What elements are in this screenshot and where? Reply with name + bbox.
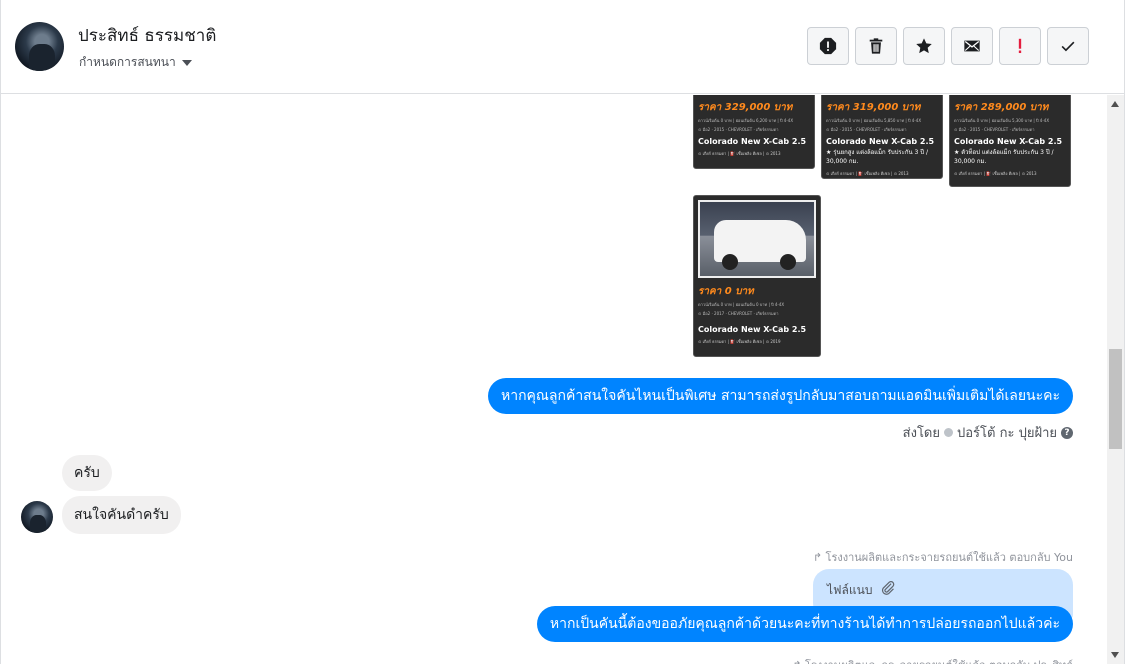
trash-icon [869, 38, 883, 54]
scroll-up-arrow-icon[interactable] [1111, 101, 1119, 107]
page-dot-icon [944, 428, 953, 437]
card-meta: ดาวน์เริ่มต้น 0 บาท | ผ่อนเริ่มต้น 5,300… [954, 118, 1050, 123]
product-card[interactable]: ราคา 319,000 บาท ดาวน์เริ่มต้น 0 บาท | ผ… [821, 95, 943, 179]
conversation-header: ประสิทธ์ ธรรมชาติ กำหนดการสนทนา [1, 0, 1124, 94]
card-model: Colorado New X-Cab 2.5 [698, 325, 807, 334]
card-model: Colorado New X-Cab 2.5 [826, 137, 935, 146]
mark-done-button[interactable] [1047, 27, 1089, 65]
replied-label: ↱ โรงงานผลิตและกระจายรถยนต์ใช้แล้ว ตอบกล… [792, 656, 1073, 664]
truck-shape [714, 220, 806, 270]
product-card[interactable]: ราคา 329,000 บาท ดาวน์เริ่มต้น 0 บาท | ผ… [693, 95, 815, 169]
card-model: Colorado New X-Cab 2.5 [954, 137, 1063, 146]
sent-by-prefix: ส่งโดย [902, 426, 940, 441]
product-card[interactable]: ราคา 0 บาท ดาวน์เริ่มต้น 0 บาท | ผ่อนเริ… [693, 195, 821, 357]
scrollbar[interactable] [1107, 95, 1124, 664]
outgoing-message[interactable]: หากเป็นคันนี้ต้องขออภัยคุณลูกค้าด้วยนะคะ… [536, 606, 1073, 642]
card-meta: ดาวน์เริ่มต้น 0 บาท | ผ่อนเริ่มต้น 0 บาท… [698, 302, 785, 307]
outgoing-message[interactable]: หากคุณลูกค้าสนใจคันไหนเป็นพิเศษ สามารถส่… [487, 378, 1073, 414]
check-icon [1061, 41, 1075, 52]
help-icon[interactable]: ? [1061, 426, 1073, 439]
car-photo [698, 200, 816, 278]
star-icon [916, 38, 932, 54]
avatar[interactable] [21, 501, 53, 533]
manage-conversation-dropdown[interactable]: กำหนดการสนทนา [79, 53, 192, 72]
card-note: ★ รุ่นยกสูง แต่งล้อแม็ก รับประกัน 3 ปี /… [826, 149, 928, 165]
exclamation-icon [1018, 38, 1022, 54]
envelope-icon [964, 40, 980, 52]
card-meta-2: ⊙ มือ2 · 2015 · CHEVROLET · เกียร์ธรรมดา [954, 127, 1035, 132]
card-model: Colorado New X-Cab 2.5 [698, 137, 807, 146]
card-footer: ⊙ เกียร์ ธรรมดา | ⛽ เชื้อเพลิง ดีเซล | ⊙… [826, 171, 909, 176]
messenger-window: ประสิทธ์ ธรรมชาติ กำหนดการสนทนา ราคา 329… [0, 0, 1125, 664]
sent-by: ส่งโดย ปอร์โต้ กะ ปุยฝ้าย ? [903, 422, 1073, 443]
user-name[interactable]: ประสิทธ์ ธรรมชาติ [78, 22, 216, 49]
card-note: ★ ตัวท็อป แต่งล้อแม็ก รับประกัน 3 ปี / 3… [954, 149, 1054, 165]
product-card[interactable]: ราคา 289,000 บาท ดาวน์เริ่มต้น 0 บาท | ผ… [949, 95, 1071, 187]
message-thread[interactable]: ราคา 329,000 บาท ดาวน์เริ่มต้น 0 บาท | ผ… [1, 95, 1124, 664]
replied-label: ↱ โรงงานผลิตและกระจายรถยนต์ใช้แล้ว ตอบกล… [812, 551, 1073, 564]
card-footer: ⊙ เกียร์ ธรรมดา | ⛽ เชื้อเพลิง ดีเซล | ⊙… [954, 171, 1037, 176]
delete-button[interactable] [855, 27, 897, 65]
card-meta-2: ⊙ มือ2 · 2015 · CHEVROLET · เกียร์ธรรมดา [826, 127, 907, 132]
card-footer: ⊙ เกียร์ ธรรมดา | ⛽ เชื้อเพลิง ดีเซล | ⊙… [698, 151, 781, 156]
incoming-message[interactable]: ครับ [62, 455, 112, 491]
manage-conversation-label: กำหนดการสนทนา [79, 55, 176, 69]
card-meta: ดาวน์เริ่มต้น 0 บาท | ผ่อนเริ่มต้น 5,850… [826, 118, 922, 123]
card-meta-2: ⊙ มือ2 · 2015 · CHEVROLET · เกียร์ธรรมดา [698, 127, 779, 132]
scroll-thumb[interactable] [1109, 349, 1122, 449]
card-price: ราคา 329,000 บาท [698, 102, 793, 113]
caret-down-icon [181, 60, 192, 66]
paperclip-icon [882, 581, 895, 595]
scroll-down-arrow-icon[interactable] [1111, 652, 1119, 658]
spam-button[interactable] [999, 27, 1041, 65]
report-button[interactable] [807, 27, 849, 65]
mark-unread-button[interactable] [951, 27, 993, 65]
card-price: ราคา 289,000 บาท [954, 102, 1049, 113]
toolbar [807, 27, 1089, 65]
card-footer: ⊙ เกียร์ ธรรมดา | ⛽ เชื้อเพลิง ดีเซล | ⊙… [698, 339, 781, 344]
avatar[interactable] [15, 22, 64, 71]
card-price: ราคา 0 บาท [698, 286, 754, 297]
card-price: ราคา 319,000 บาท [826, 102, 921, 113]
report-icon [819, 37, 837, 55]
card-meta-2: ⊙ มือ2 · 2017 · CHEVROLET · เกียร์ธรรมดา [698, 311, 779, 316]
card-meta: ดาวน์เริ่มต้น 0 บาท | ผ่อนเริ่มต้น 6,200… [698, 118, 794, 123]
attachment-label: ไฟล์แนบ [827, 583, 873, 597]
incoming-message[interactable]: สนใจคันดำครับ [62, 496, 181, 534]
sent-by-name[interactable]: ปอร์โต้ กะ ปุยฝ้าย [957, 422, 1057, 443]
star-button[interactable] [903, 27, 945, 65]
